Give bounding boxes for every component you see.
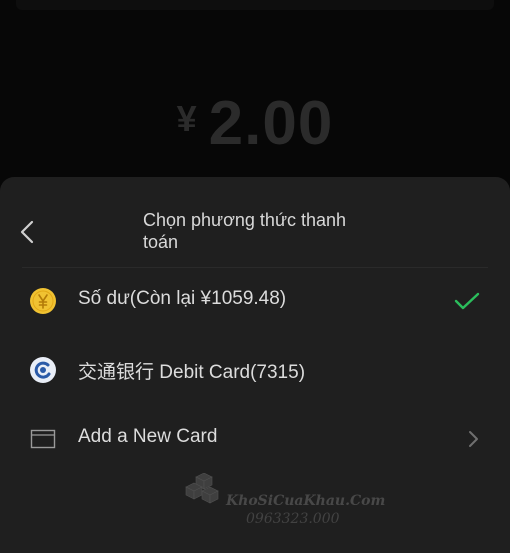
payment-method-label: Add a New Card: [78, 426, 218, 447]
back-button[interactable]: [14, 217, 40, 247]
selected-check-icon: [454, 286, 480, 316]
card-icon: [28, 424, 58, 454]
boxes-logo-icon: [185, 473, 219, 504]
chevron-right-icon: [468, 424, 480, 454]
currency-symbol: ¥: [176, 98, 197, 139]
chevron-left-icon: [20, 220, 34, 244]
sheet-title: Chọn phương thức thanh toán: [143, 210, 347, 252]
payment-amount: ¥ 2.00: [0, 88, 510, 158]
payment-method-balance[interactable]: Số dư(Còn lại ¥1059.48): [0, 266, 510, 334]
amount-value: 2.00: [208, 89, 334, 158]
top-input-bar: [16, 0, 494, 10]
watermark-phone: 0963323.000: [246, 511, 340, 527]
watermark-brand: KhoSiCuaKhau.Com: [226, 493, 386, 509]
payment-method-label: 交通银行 Debit Card(7315): [78, 362, 306, 383]
watermark: KhoSiCuaKhau.Com 0963323.000: [182, 473, 386, 533]
payment-method-label: Số dư(Còn lại ¥1059.48): [78, 288, 287, 309]
add-new-card-button[interactable]: Add a New Card: [0, 404, 510, 472]
payment-method-bank-card[interactable]: 交通银行 Debit Card(7315): [0, 335, 510, 403]
coin-yen-icon: [28, 286, 58, 316]
bank-logo-icon: [28, 355, 58, 385]
